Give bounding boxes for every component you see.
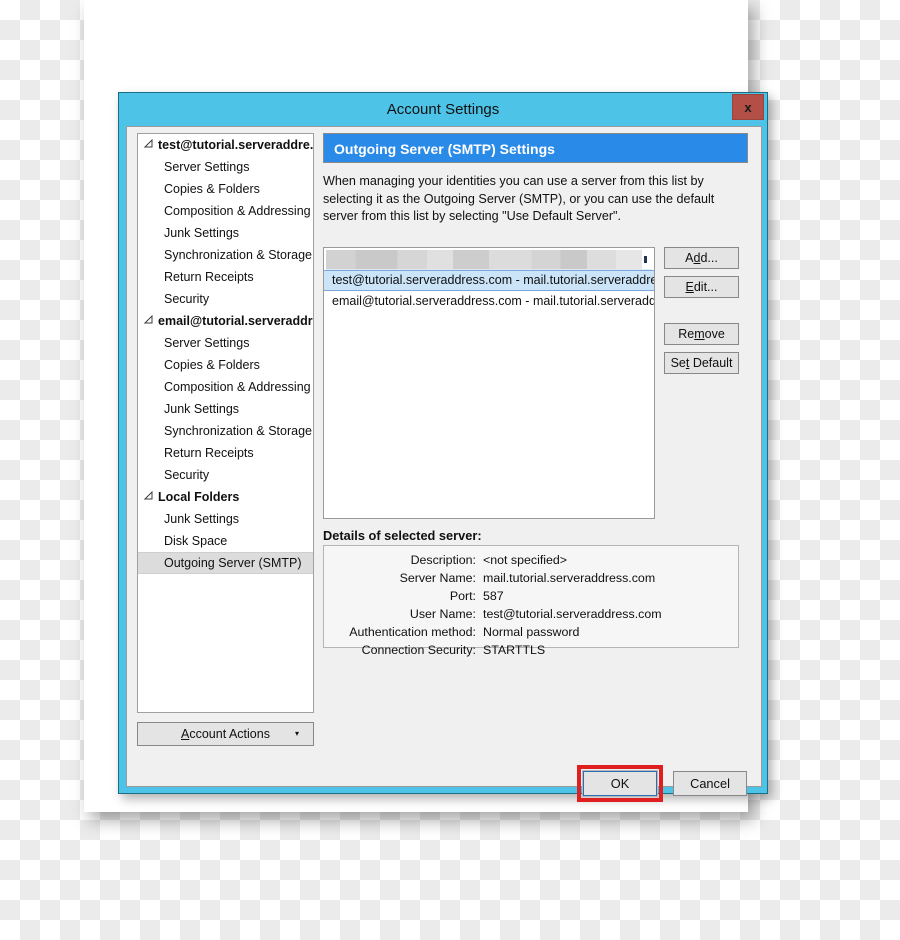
sidebar-item-label: Copies & Folders (164, 182, 260, 196)
expander-icon[interactable] (144, 139, 155, 148)
pane-description: When managing your identities you can us… (323, 174, 715, 223)
sidebar-item-label: Return Receipts (164, 446, 254, 460)
dialog-titlebar: Account Settings x (119, 93, 767, 126)
add-button[interactable]: Add... (664, 247, 739, 269)
sidebar-item-junk-settings[interactable]: Junk Settings (138, 398, 313, 420)
account-actions-label: Account Actions (181, 727, 270, 741)
dialog-body: test@tutorial.serveraddre... Server Setti… (126, 126, 762, 802)
detail-label: Connection Security: (361, 643, 476, 657)
sidebar-item-synchronization-storage[interactable]: Synchronization & Storage (138, 244, 313, 266)
detail-label: Authentication method: (349, 625, 476, 639)
sidebar-item-label: Return Receipts (164, 270, 254, 284)
sidebar-item-label: Outgoing Server (SMTP) (164, 556, 302, 570)
sidebar-item-composition-addressing[interactable]: Composition & Addressing (138, 376, 313, 398)
detail-row: Port: 587 (324, 587, 738, 605)
edit-button[interactable]: Edit... (664, 276, 739, 298)
sidebar-item-label: Composition & Addressing (164, 204, 311, 218)
sidebar-item-return-receipts[interactable]: Return Receipts (138, 442, 313, 464)
list-header-mark-icon (644, 256, 647, 263)
detail-row: Connection Security: STARTTLS (324, 641, 738, 659)
sidebar-item-copies-folders[interactable]: Copies & Folders (138, 354, 313, 376)
detail-row: User Name: test@tutorial.serveraddress.co… (324, 605, 738, 623)
sidebar-item-return-receipts[interactable]: Return Receipts (138, 266, 313, 288)
dialog-title: Account Settings (386, 101, 500, 118)
details-panel: Description: <not specified> Server Name: m… (323, 545, 739, 657)
chevron-down-icon: ▾ (294, 729, 299, 738)
sidebar-item-composition-addressing[interactable]: Composition & Addressing (138, 200, 313, 222)
sidebar-item-security[interactable]: Security (138, 288, 313, 310)
list-rows-container: test@tutorial.serveraddress.com - mail.t… (324, 270, 654, 312)
outgoing-server-list[interactable]: test@tutorial.serveraddress.com - mail.t… (323, 247, 655, 519)
details-heading: Details of selected server: (323, 528, 482, 543)
sidebar-item-outgoing-server-smtp[interactable]: Outgoing Server (SMTP) (138, 552, 313, 574)
list-header-redacted (326, 250, 652, 270)
ok-button[interactable]: OK (582, 770, 658, 797)
sidebar-item-label: Disk Space (164, 534, 228, 548)
detail-row: Server Name: mail.tutorial.serveraddress.… (324, 569, 738, 587)
list-item[interactable]: email@tutorial.serveraddress.com - mail.… (324, 291, 654, 312)
account-actions-button[interactable]: Account Actions ▾ (137, 722, 314, 746)
sidebar-item-synchronization-storage[interactable]: Synchronization & Storage (138, 420, 313, 442)
sidebar-item-label: Security (164, 292, 210, 306)
sidebar-item-label: Server Settings (164, 336, 250, 350)
sidebar-item-test-tutorial-serveraddre[interactable]: test@tutorial.serveraddre... (138, 134, 313, 156)
sidebar-item-junk-settings[interactable]: Junk Settings (138, 508, 313, 530)
detail-value: <not specified> (483, 553, 568, 567)
detail-value: test@tutorial.serveraddress.com (483, 607, 662, 621)
sidebar-item-server-settings[interactable]: Server Settings (138, 156, 313, 178)
expander-icon[interactable] (144, 315, 155, 324)
sidebar-item-label: Security (164, 468, 210, 482)
sidebar-item-copies-folders[interactable]: Copies & Folders (138, 178, 313, 200)
account-settings-dialog: Account Settings x test@tutorial.servera… (118, 92, 768, 802)
detail-label: Description: (410, 553, 476, 567)
sidebar-item-disk-space[interactable]: Disk Space (138, 530, 313, 552)
detail-value: mail.tutorial.serveraddress.com (483, 571, 656, 585)
sidebar-item-security[interactable]: Security (138, 464, 313, 486)
sidebar-item-junk-settings[interactable]: Junk Settings (138, 222, 313, 244)
detail-label: User Name: (409, 607, 476, 621)
sidebar-item-label: Composition & Addressing (164, 380, 311, 394)
sidebar-item-label: Synchronization & Storage (164, 248, 313, 262)
sidebar-item-label: Junk Settings (164, 226, 240, 240)
cancel-button[interactable]: Cancel (673, 771, 747, 796)
detail-label: Server Name: (399, 571, 476, 585)
sidebar-item-server-settings[interactable]: Server Settings (138, 332, 313, 354)
pane-banner-title: Outgoing Server (SMTP) Settings (323, 133, 748, 163)
set-default-button[interactable]: Set Default (664, 352, 739, 374)
detail-value: 587 (483, 589, 504, 603)
detail-value: STARTTLS (483, 643, 546, 657)
expander-icon[interactable] (144, 491, 155, 500)
sidebar-item-label: Local Folders (158, 490, 240, 504)
sidebar-item-email-tutorial-serveraddres[interactable]: email@tutorial.serveraddres... (138, 310, 313, 332)
accounts-tree[interactable]: test@tutorial.serveraddre... Server Setti… (137, 133, 314, 713)
detail-label: Port: (449, 589, 476, 603)
sidebar-item-label: Copies & Folders (164, 358, 260, 372)
sidebar-item-label: Junk Settings (164, 402, 240, 416)
sidebar-item-local-folders[interactable]: Local Folders (138, 486, 313, 508)
list-item[interactable]: test@tutorial.serveraddress.com - mail.t… (324, 270, 654, 291)
sidebar-item-label: test@tutorial.serveraddre... (158, 138, 314, 152)
sidebar-item-label: Server Settings (164, 160, 250, 174)
detail-value: Normal password (483, 625, 580, 639)
remove-button[interactable]: Remove (664, 323, 739, 345)
detail-row: Description: <not specified> (324, 551, 738, 569)
sidebar-item-label: Synchronization & Storage (164, 424, 313, 438)
close-icon[interactable]: x (732, 94, 764, 120)
sidebar-item-label: Junk Settings (164, 512, 240, 526)
sidebar-item-label: email@tutorial.serveraddres... (158, 314, 313, 328)
settings-pane: Outgoing Server (SMTP) Settings When man… (323, 133, 748, 226)
detail-row: Authentication method: Normal password (324, 623, 738, 641)
